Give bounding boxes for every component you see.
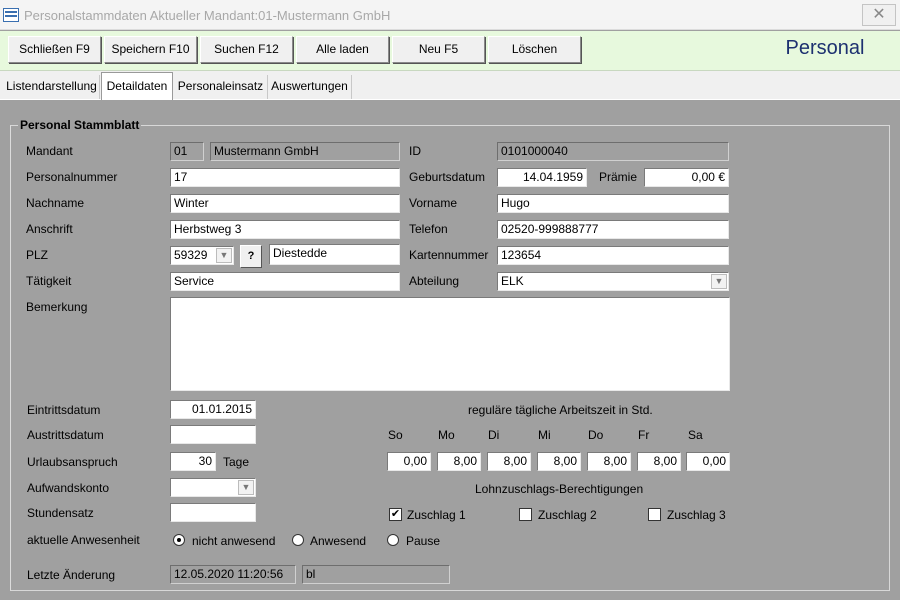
label-bemerkung: Bemerkung (26, 300, 88, 314)
letzte-aenderung-datum: 12.05.2020 11:20:56 (170, 565, 296, 584)
zuschlag3-checkbox[interactable] (648, 508, 661, 521)
load-all-button[interactable]: Alle laden (296, 36, 389, 63)
zuschlag3-label: Zuschlag 3 (667, 508, 726, 522)
label-urlaubsanspruch: Urlaubsanspruch (27, 455, 118, 469)
day-label-mi: Mi (538, 428, 551, 442)
radio-label-nicht-anwesend: nicht anwesend (192, 534, 276, 548)
day-label-do: Do (588, 428, 604, 442)
tab-auswertungen[interactable]: Auswertungen (268, 75, 352, 99)
radio-anwesend[interactable] (292, 534, 304, 546)
label-aufwandskonto: Aufwandskonto (27, 481, 110, 495)
label-tage: Tage (223, 455, 250, 469)
tab-bar: Listendarstellung Detaildaten Personalei… (0, 71, 900, 100)
delete-button[interactable]: Löschen (488, 36, 581, 63)
hours-mo-field[interactable]: 8,00 (437, 452, 481, 471)
hours-fr-field[interactable]: 8,00 (637, 452, 681, 471)
tab-detaildaten[interactable]: Detaildaten (101, 72, 173, 100)
radio-label-anwesend: Anwesend (310, 534, 367, 548)
mandant-name-field: Mustermann GmbH (210, 142, 400, 161)
zuschlag2-checkbox[interactable] (519, 508, 532, 521)
label-vorname: Vorname (409, 196, 458, 210)
personalnummer-field[interactable]: 17 (170, 168, 400, 187)
label-abteilung: Abteilung (409, 274, 460, 288)
vorname-field[interactable]: Hugo (497, 194, 729, 213)
abteilung-combo[interactable]: ELK ▼ (497, 272, 729, 291)
stundensatz-field[interactable] (170, 503, 256, 522)
group-title: Personal Stammblatt (18, 118, 142, 132)
austrittsdatum-field[interactable] (170, 425, 256, 444)
label-eintrittsdatum: Eintrittsdatum (27, 403, 101, 417)
aufwandskonto-combo[interactable]: ▼ (170, 478, 256, 497)
close-button[interactable]: Schließen F9 (8, 36, 101, 63)
close-icon[interactable]: ✕ (862, 4, 896, 26)
label-letzte-aenderung: Letzte Änderung (27, 568, 116, 582)
label-anschrift: Anschrift (26, 222, 73, 236)
kartennummer-field[interactable]: 123654 (497, 246, 729, 265)
hours-sa-field[interactable]: 0,00 (686, 452, 730, 471)
label-geburtsdatum: Geburtsdatum (409, 170, 486, 184)
toolbar: Schließen F9 Speichern F10 Suchen F12 Al… (0, 31, 900, 71)
radio-pause[interactable] (387, 534, 399, 546)
praemie-field[interactable]: 0,00 € (644, 168, 729, 187)
label-praemie: Prämie (599, 170, 638, 184)
urlaubsanspruch-field[interactable]: 30 (170, 452, 216, 471)
label-id: ID (409, 144, 421, 158)
telefon-field[interactable]: 02520-999888777 (497, 220, 729, 239)
chevron-down-icon[interactable]: ▼ (238, 480, 254, 495)
save-button[interactable]: Speichern F10 (104, 36, 197, 63)
zuschlaege-title: Lohnzuschlags-Berechtigungen (475, 482, 644, 496)
hours-mi-field[interactable]: 8,00 (537, 452, 581, 471)
letzte-aenderung-user: bl (302, 565, 450, 584)
title-bar: Personalstammdaten Aktueller Mandant:01-… (0, 0, 900, 30)
day-label-so: So (388, 428, 403, 442)
day-label-fr: Fr (638, 428, 650, 442)
abteilung-value: ELK (501, 274, 524, 288)
label-stundensatz: Stundensatz (27, 506, 94, 520)
plz-lookup-button[interactable]: ? (240, 245, 262, 268)
label-mandant: Mandant (26, 144, 73, 158)
day-label-mo: Mo (438, 428, 455, 442)
new-button[interactable]: Neu F5 (392, 36, 485, 63)
hours-di-field[interactable]: 8,00 (487, 452, 531, 471)
tab-listendarstellung[interactable]: Listendarstellung (4, 75, 100, 99)
label-plz: PLZ (26, 248, 49, 262)
bemerkung-textarea[interactable] (170, 297, 730, 391)
chevron-down-icon[interactable]: ▼ (711, 274, 727, 289)
day-label-sa: Sa (688, 428, 703, 442)
geburtsdatum-field[interactable]: 14.04.1959 (497, 168, 587, 187)
zuschlag2-label: Zuschlag 2 (538, 508, 597, 522)
anschrift-field[interactable]: Herbstweg 3 (170, 220, 400, 239)
mandant-nr-field: 01 (170, 142, 204, 161)
plz-value: 59329 (174, 248, 208, 262)
zuschlag1-label: Zuschlag 1 (407, 508, 466, 522)
ort-field[interactable]: Diestedde (269, 244, 400, 265)
id-field: 0101000040 (497, 142, 729, 161)
label-telefon: Telefon (409, 222, 448, 236)
label-anwesenheit: aktuelle Anwesenheit (27, 533, 140, 547)
zuschlag1-checkbox[interactable]: ✔ (389, 508, 402, 521)
hours-do-field[interactable]: 8,00 (587, 452, 631, 471)
label-nachname: Nachname (26, 196, 85, 210)
nachname-field[interactable]: Winter (170, 194, 400, 213)
arbeitszeit-title: reguläre tägliche Arbeitszeit in Std. (468, 403, 653, 417)
app-icon (3, 8, 19, 22)
tab-personaleinsatz[interactable]: Personaleinsatz (174, 75, 268, 99)
label-kartennummer: Kartennummer (409, 248, 489, 262)
search-button[interactable]: Suchen F12 (200, 36, 293, 63)
chevron-down-icon[interactable]: ▼ (216, 248, 232, 263)
radio-label-pause: Pause (406, 534, 441, 548)
label-austrittsdatum: Austrittsdatum (27, 428, 104, 442)
radio-nicht-anwesend[interactable] (173, 534, 185, 546)
label-taetigkeit: Tätigkeit (26, 274, 72, 288)
module-title: Personal (785, 37, 865, 59)
window-title: Personalstammdaten Aktueller Mandant:01-… (24, 8, 391, 23)
day-label-di: Di (488, 428, 500, 442)
plz-combo[interactable]: 59329 ▼ (170, 246, 234, 265)
hours-so-field[interactable]: 0,00 (387, 452, 431, 471)
eintrittsdatum-field[interactable]: 01.01.2015 (170, 400, 256, 419)
taetigkeit-field[interactable]: Service (170, 272, 400, 291)
label-personalnummer: Personalnummer (26, 170, 118, 184)
